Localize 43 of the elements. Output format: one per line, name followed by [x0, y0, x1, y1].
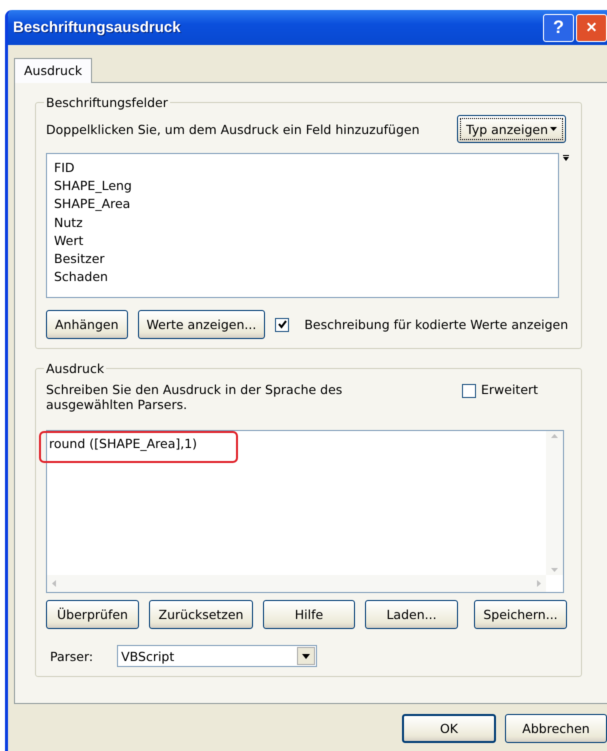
group-title: Beschriftungsfelder: [45, 95, 169, 110]
field-item[interactable]: Besitzer: [54, 250, 551, 268]
show-values-button[interactable]: Werte anzeigen...: [138, 310, 266, 339]
field-item[interactable]: Wert: [54, 232, 551, 250]
field-item[interactable]: SHAPE_Area: [54, 195, 551, 214]
tab[interactable]: Ausdruck: [14, 58, 92, 83]
down-arrow-icon: [551, 568, 558, 572]
expression-text: round ([SHAPE_Area],1): [49, 436, 198, 451]
append-button[interactable]: Anhängen: [46, 310, 128, 339]
caret-icon: [550, 127, 557, 131]
checkbox-label: Erweitert: [481, 382, 538, 397]
checkbox[interactable]: [462, 384, 476, 398]
expression-button[interactable]: Zurücksetzen: [149, 600, 253, 629]
field-item[interactable]: Schaden: [54, 268, 551, 286]
horizontal-scrollbar[interactable]: [47, 575, 546, 592]
parser-label: Parser:: [50, 648, 94, 664]
checkbox[interactable]: [275, 318, 290, 332]
arrow-icon: [563, 155, 569, 161]
field-item[interactable]: SHAPE_Leng: [54, 177, 551, 196]
type-dropdown-button[interactable]: Typ anzeigen: [457, 115, 566, 143]
field-list[interactable]: FID SHAPE_Leng SHAPE_Area Nutz Wert Besitzer Schaden: [46, 153, 559, 298]
expression-button[interactable]: Speichern...: [474, 600, 567, 629]
dialog-button[interactable]: OK: [402, 714, 496, 743]
caret-icon: [302, 654, 310, 658]
window-title: Beschriftungsausdruck: [13, 19, 181, 36]
help-button[interactable]: ?: [543, 14, 574, 42]
description-text: Schreiben Sie den Ausdruck in der Sprache des ausgewählten Parsers.: [46, 382, 344, 412]
group-title: Ausdruck: [45, 361, 106, 376]
expression-button[interactable]: Laden...: [365, 600, 458, 629]
expression-button[interactable]: Überprüfen: [46, 600, 139, 629]
expression-button[interactable]: Hilfe: [263, 600, 355, 629]
up-arrow-icon: [551, 434, 558, 438]
vertical-scrollbar[interactable]: [546, 431, 563, 575]
checkbox-label: Beschreibung für kodierte Werte anzeigen: [304, 317, 568, 332]
dialog-button[interactable]: Abbrechen: [505, 714, 607, 743]
close-button[interactable]: ×: [576, 14, 607, 42]
expression-editor[interactable]: round ([SHAPE_Area],1): [46, 430, 564, 593]
field-item[interactable]: Nutz: [54, 214, 551, 232]
right-arrow-icon: [537, 580, 541, 587]
parser-dropdown[interactable]: VBScript: [117, 645, 318, 667]
left-arrow-icon: [52, 580, 56, 587]
field-item[interactable]: FID: [54, 159, 551, 178]
hint-text: Doppelklicken Sie, um dem Ausdruck ein Feld hinzuzufügen: [46, 122, 420, 136]
